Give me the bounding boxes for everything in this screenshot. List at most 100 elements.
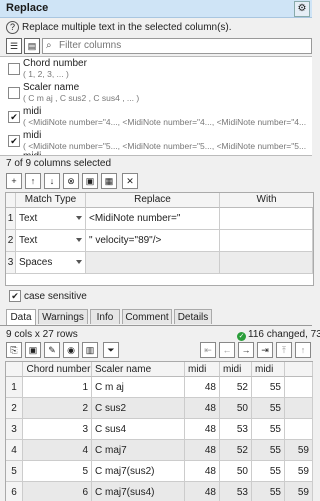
column-name: midi — [23, 106, 42, 117]
filter-icon[interactable]: ⏷ — [103, 342, 119, 358]
table-cell[interactable]: 48 — [185, 398, 220, 419]
clear-icon[interactable]: ✕ — [122, 173, 138, 189]
tab-info[interactable]: Info — [90, 309, 120, 324]
dialog-title: Replace — [6, 2, 49, 14]
tab-data[interactable]: Data — [6, 309, 36, 325]
with-cell[interactable] — [220, 252, 313, 274]
select-all-icon[interactable]: ☰ — [6, 38, 22, 54]
export-icon[interactable]: ⎘ — [6, 342, 22, 358]
table-cell[interactable]: 4 — [23, 440, 92, 461]
table-cell[interactable]: 55 — [252, 398, 285, 419]
table-cell[interactable]: 48 — [185, 440, 220, 461]
replace-cell[interactable]: " velocity="89"/> — [86, 230, 220, 252]
changes-text: 116 changed, 73 u — [248, 329, 320, 340]
up-icon[interactable]: ↑ — [295, 342, 311, 358]
table-cell[interactable]: 53 — [220, 419, 252, 440]
tab-details[interactable]: Details — [174, 309, 212, 324]
last-page-icon[interactable]: ⇥ — [257, 342, 273, 358]
match-type-value: Text — [19, 213, 38, 224]
table-cell[interactable]: 50 — [220, 398, 252, 419]
header-chord-number[interactable]: Chord number — [23, 362, 92, 377]
first-page-icon[interactable]: ⇤ — [200, 342, 216, 358]
table-cell[interactable]: 48 — [185, 482, 220, 501]
replace-cell[interactable] — [86, 252, 220, 274]
table-cell[interactable] — [285, 419, 313, 440]
match-type-select[interactable]: Text — [16, 230, 86, 252]
edit-icon[interactable]: ✎ — [44, 342, 60, 358]
table-cell[interactable]: C sus4 — [92, 419, 185, 440]
header-scaler-name[interactable]: Scaler name — [92, 362, 185, 377]
table-cell[interactable]: 59 — [285, 440, 313, 461]
columns-icon[interactable]: ▥ — [82, 342, 98, 358]
table-cell[interactable]: C sus2 — [92, 398, 185, 419]
table-cell[interactable] — [285, 377, 313, 398]
table-cell[interactable]: 59 — [285, 461, 313, 482]
view-icon[interactable]: ◉ — [63, 342, 79, 358]
table-cell[interactable]: 3 — [23, 419, 92, 440]
copy-icon[interactable]: ▣ — [82, 173, 98, 189]
table-cell[interactable]: 55 — [252, 377, 285, 398]
data-preview-table: Chord number Scaler name midi midi midi … — [5, 361, 313, 501]
column-item[interactable]: ✔ midi ( <MidiNote number="4..., <MidiNo… — [0, 105, 312, 129]
table-cell[interactable]: 1 — [23, 377, 92, 398]
table-cell[interactable]: 52 — [220, 440, 252, 461]
column-checkbox[interactable] — [8, 63, 20, 75]
move-down-icon[interactable]: ↓ — [44, 173, 60, 189]
column-name: Chord number — [23, 58, 87, 69]
table-cell[interactable]: C maj7(sus4) — [92, 482, 185, 501]
table-cell[interactable]: 48 — [185, 461, 220, 482]
with-cell[interactable] — [220, 208, 313, 230]
header-midi[interactable]: midi — [185, 362, 220, 377]
replace-cell[interactable]: <MidiNote number=" — [86, 208, 220, 230]
table-cell[interactable]: 48 — [185, 377, 220, 398]
delete-icon[interactable]: ⊗ — [63, 173, 79, 189]
table-cell[interactable] — [285, 398, 313, 419]
row-number: 1 — [6, 208, 16, 230]
next-icon[interactable]: → — [238, 342, 254, 358]
case-sensitive-row[interactable]: ✔ case sensitive — [0, 288, 312, 304]
column-item[interactable]: Scaler name ( C m aj , C sus2 , C sus4 ,… — [0, 81, 312, 105]
table-cell[interactable]: 6 — [23, 482, 92, 501]
table-cell[interactable]: 53 — [220, 482, 252, 501]
table-cell[interactable]: 55 — [252, 482, 285, 501]
table-cell[interactable]: 52 — [220, 377, 252, 398]
table-cell[interactable]: 48 — [185, 419, 220, 440]
case-sensitive-checkbox[interactable]: ✔ — [9, 290, 21, 302]
table-cell[interactable]: C m aj — [92, 377, 185, 398]
header-midi[interactable]: midi — [220, 362, 252, 377]
column-checkbox[interactable] — [8, 87, 20, 99]
table-cell[interactable]: 2 — [23, 398, 92, 419]
table-cell[interactable]: 5 — [23, 461, 92, 482]
column-checkbox[interactable]: ✔ — [8, 135, 20, 147]
table-cell[interactable]: 55 — [252, 461, 285, 482]
table-cell[interactable]: C maj7(sus2) — [92, 461, 185, 482]
table-cell[interactable]: 59 — [285, 482, 313, 501]
filter-columns-input[interactable] — [59, 39, 307, 52]
paste-icon[interactable]: ▦ — [101, 173, 117, 189]
add-icon[interactable]: + — [6, 173, 22, 189]
previous-icon[interactable]: ← — [219, 342, 235, 358]
column-item[interactable]: Chord number ( 1, 2, 3, ... ) — [0, 57, 312, 81]
status-row: 9 cols x 27 rows ✓116 changed, 73 u — [0, 327, 320, 341]
settings-icon[interactable]: ⚙ — [294, 1, 310, 17]
top-icon[interactable]: ⤒ — [276, 342, 292, 358]
column-checkbox[interactable]: ✔ — [8, 111, 20, 123]
filter-box: ⌕ — [42, 38, 312, 54]
table-cell[interactable]: 55 — [252, 440, 285, 461]
table-cell[interactable]: 50 — [220, 461, 252, 482]
move-up-icon[interactable]: ↑ — [25, 173, 41, 189]
match-type-select[interactable]: Spaces — [16, 252, 86, 274]
tab-warnings[interactable]: Warnings — [38, 309, 88, 324]
header-extra[interactable] — [285, 362, 313, 377]
table-cell[interactable]: C maj7 — [92, 440, 185, 461]
select-none-icon[interactable]: ▤ — [24, 38, 40, 54]
match-type-select[interactable]: Text — [16, 208, 86, 230]
row-number: 1 — [6, 377, 23, 398]
table-cell[interactable]: 55 — [252, 419, 285, 440]
row-number: 3 — [6, 419, 23, 440]
tab-comment[interactable]: Comment — [122, 309, 172, 324]
help-icon[interactable]: ? — [6, 21, 19, 34]
with-cell[interactable] — [220, 230, 313, 252]
copy-icon[interactable]: ▣ — [25, 342, 41, 358]
header-midi[interactable]: midi — [252, 362, 285, 377]
